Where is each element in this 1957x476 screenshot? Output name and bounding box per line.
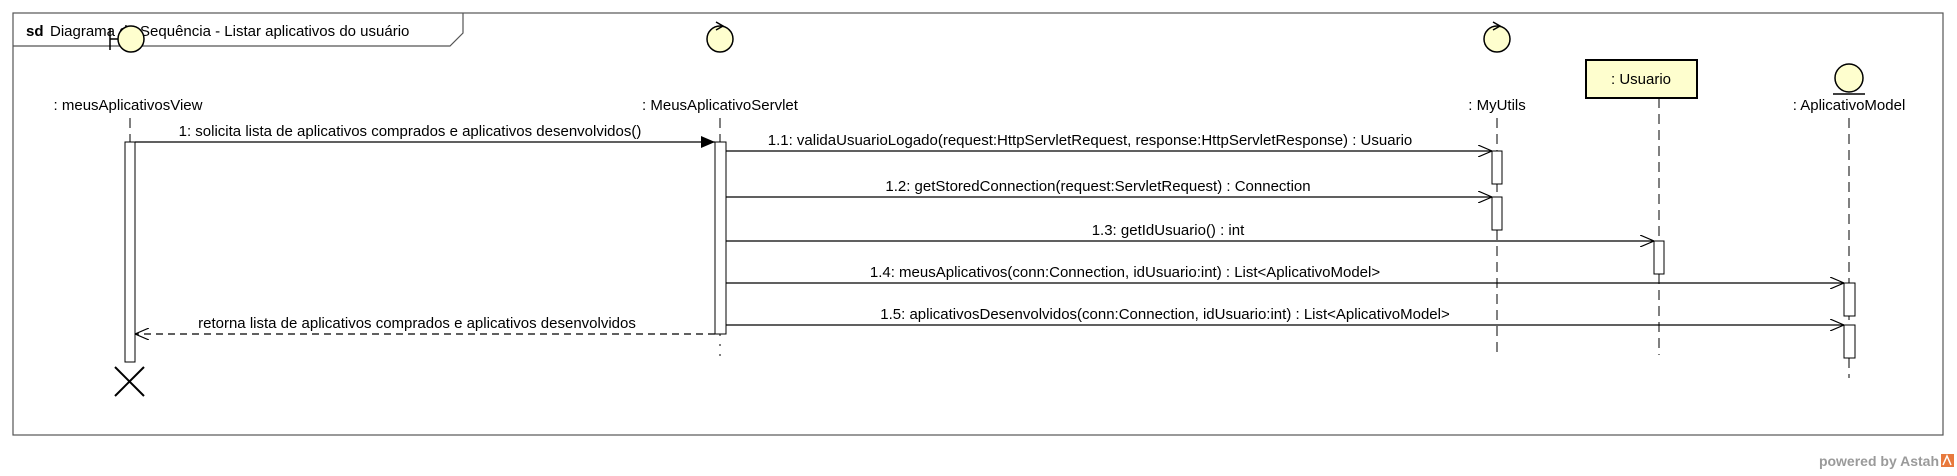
- message-1-3[interactable]: 1.3: getIdUsuario() : int: [726, 222, 1654, 241]
- astah-logo-icon: [1941, 454, 1954, 467]
- sequence-diagram: sd Diagrama de Sequência - Listar aplica…: [12, 12, 1954, 469]
- activation-bar: [1653, 240, 1665, 275]
- message-1-1[interactable]: 1.1: validaUsuarioLogado(request:HttpSer…: [726, 132, 1492, 151]
- control-icon: [1483, 21, 1511, 53]
- message-label: 1: solicita lista de aplicativos comprad…: [179, 123, 642, 140]
- lifeline-label: : MeusAplicativoServlet: [642, 97, 799, 114]
- message-1[interactable]: 1: solicita lista de aplicativos comprad…: [135, 123, 715, 148]
- lifeline-meus-aplicativo-servlet[interactable]: : MeusAplicativoServlet: [642, 21, 799, 358]
- astah-watermark: powered by Astah: [1819, 453, 1954, 469]
- activation-bar: [1843, 282, 1856, 317]
- frame-title: Diagrama de Sequência - Listar aplicativ…: [50, 23, 409, 40]
- activation-bar: [714, 141, 727, 335]
- entity-icon: [1833, 63, 1865, 95]
- message-label: 1.4: meusAplicativos(conn:Connection, id…: [870, 264, 1380, 281]
- message-1-2[interactable]: 1.2: getStoredConnection(request:Servlet…: [726, 178, 1492, 197]
- message-label: 1.5: aplicativosDesenvolvidos(conn:Conne…: [880, 306, 1450, 323]
- activation-bar: [1491, 150, 1503, 185]
- frame-keyword: sd: [26, 23, 44, 40]
- activation-bar: [1843, 324, 1856, 359]
- return-label: retorna lista de aplicativos comprados e…: [198, 315, 636, 332]
- destroy-icon: [114, 366, 145, 397]
- lifeline-label: : meusAplicativosView: [54, 97, 203, 114]
- activation-bar: [124, 141, 136, 363]
- control-icon: [706, 21, 734, 53]
- message-1-4[interactable]: 1.4: meusAplicativos(conn:Connection, id…: [726, 264, 1844, 283]
- lifeline-label: : Usuario: [1611, 71, 1671, 88]
- lifeline-usuario[interactable]: : Usuario: [1585, 59, 1698, 355]
- activation-bar: [1491, 196, 1503, 231]
- lifeline-my-utils[interactable]: : MyUtils: [1468, 21, 1526, 355]
- return-message[interactable]: retorna lista de aplicativos comprados e…: [135, 315, 715, 334]
- lifeline-aplicativo-model[interactable]: : AplicativoModel: [1793, 63, 1906, 378]
- message-1-5[interactable]: 1.5: aplicativosDesenvolvidos(conn:Conne…: [726, 306, 1844, 325]
- watermark-text: powered by Astah: [1819, 453, 1939, 469]
- message-label: 1.1: validaUsuarioLogado(request:HttpSer…: [768, 132, 1413, 149]
- message-label: 1.2: getStoredConnection(request:Servlet…: [885, 178, 1310, 195]
- lifeline-label: : AplicativoModel: [1793, 97, 1906, 114]
- lifeline-meus-aplicativos-view[interactable]: : meusAplicativosView: [54, 25, 203, 397]
- lifeline-label: : MyUtils: [1468, 97, 1526, 114]
- message-label: 1.3: getIdUsuario() : int: [1092, 222, 1245, 239]
